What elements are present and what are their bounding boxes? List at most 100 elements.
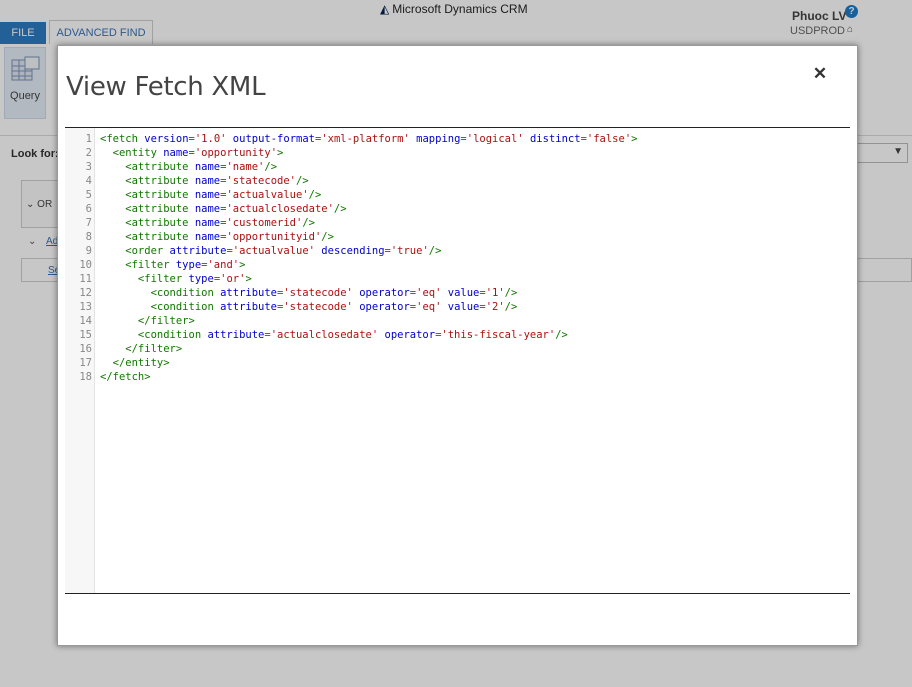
code-token-tag: />: [302, 217, 315, 229]
code-token-attr: operator: [359, 287, 410, 299]
code-line: <attribute name='actualclosedate'/>: [100, 203, 347, 215]
code-token-str: 'opportunityid': [226, 231, 322, 243]
code-line: </filter>: [100, 315, 195, 327]
code-token-str: 'actualclosedate': [270, 329, 379, 341]
code-token-attr: output-format: [232, 133, 315, 145]
code-token-tag: <filter: [100, 273, 189, 285]
code-token-attr: operator: [359, 301, 410, 313]
code-token-str: 'opportunity': [194, 147, 278, 159]
line-number: 8: [85, 231, 92, 243]
code-token-tag: />: [428, 245, 442, 257]
code-token-attr: attribute: [220, 301, 278, 313]
code-token-attr: operator: [384, 329, 436, 341]
code-token-tag: </filter>: [100, 343, 183, 355]
code-token-tag: >: [277, 147, 284, 159]
code-token-tag: <order: [100, 245, 170, 257]
code-token-attr: name: [163, 147, 189, 159]
line-number: 15: [79, 329, 92, 341]
code-token-tag: <condition: [100, 301, 221, 313]
line-number: 14: [79, 315, 92, 327]
code-token-tag: <attribute: [100, 231, 195, 243]
line-number: 1: [85, 133, 92, 145]
code-token-tag: />: [296, 175, 309, 187]
line-number: 2: [85, 147, 92, 159]
code-token-tag: />: [333, 203, 347, 215]
code-token-tag: <attribute: [100, 203, 195, 215]
code-token-tag: />: [308, 189, 322, 201]
code-token-tag: />: [504, 301, 518, 313]
code-token-attr: name: [194, 161, 221, 173]
code-token-tag: />: [321, 231, 334, 243]
code-line: </filter>: [100, 343, 182, 355]
code-token-tag: </filter>: [100, 315, 195, 327]
code-token-str: 'name': [226, 161, 265, 173]
line-number: 9: [85, 245, 92, 257]
code-token-str: 'or': [220, 273, 246, 285]
code-token-str: 'statecode': [283, 301, 353, 313]
code-token-str: 'statecode': [283, 287, 353, 299]
code-token-attr: name: [194, 189, 221, 201]
view-fetch-xml-dialog: View Fetch XML ✕ 1 2 3 4 5 6 7 8 9 10 11 12 13 14 15 16…: [57, 45, 858, 646]
code-token-attr: value: [447, 301, 480, 313]
line-number: 12: [79, 287, 92, 299]
xml-code-editor[interactable]: 1 2 3 4 5 6 7 8 9 10 11 12 13 14 15 16 17 18 <fetch versi…: [65, 127, 850, 594]
code-token-tag: >: [631, 133, 638, 145]
line-number: 4: [85, 175, 92, 187]
code-token-attr: name: [194, 231, 221, 243]
code-token-attr: descending: [321, 245, 385, 257]
code-line: <entity name='opportunity'>: [100, 147, 284, 159]
code-token-str: 'xml-platform': [321, 133, 410, 145]
code-line: <condition attribute='statecode' operato…: [100, 301, 518, 313]
code-token-tag: <condition: [100, 329, 208, 341]
code-token-str: 'true': [390, 245, 429, 257]
code-token-str: 'this-fiscal-year': [441, 329, 556, 341]
code-token-str: 'false': [586, 133, 632, 145]
code-line: </fetch>: [100, 371, 151, 383]
code-token-str: 'customerid': [226, 217, 303, 229]
code-token-attr: distinct: [529, 133, 581, 145]
code-line: </entity>: [100, 357, 170, 369]
line-number: 6: [85, 203, 92, 215]
code-line: <condition attribute='statecode' operato…: [100, 287, 518, 299]
line-number: 11: [79, 273, 92, 285]
code-line: <attribute name='name'/>: [100, 161, 277, 173]
line-number: 3: [85, 161, 92, 173]
line-number-gutter: 1 2 3 4 5 6 7 8 9 10 11 12 13 14 15 16 17 18: [65, 128, 95, 593]
code-token-attr: value: [447, 287, 480, 299]
line-number: 10: [79, 259, 92, 271]
code-token-str: '1.0': [194, 133, 227, 145]
code-token-str: '1': [485, 287, 505, 299]
code-line: <filter type='or'>: [100, 273, 252, 285]
code-token-tag: </entity>: [100, 357, 170, 369]
code-token-tag: <filter: [100, 259, 176, 271]
code-token-attr: name: [194, 203, 221, 215]
code-token-str: 'logical': [466, 133, 524, 145]
code-line: <fetch version='1.0' output-format='xml-…: [100, 133, 637, 145]
code-token-attr: attribute: [169, 245, 227, 257]
code-token-str: 'eq': [416, 301, 442, 313]
line-number: 18: [79, 371, 92, 383]
code-token-tag: <fetch: [100, 133, 145, 145]
code-token-str: 'and': [207, 259, 240, 271]
code-line: <attribute name='customerid'/>: [100, 217, 315, 229]
code-token-attr: name: [194, 175, 221, 187]
line-number: 17: [79, 357, 92, 369]
code-line: <filter type='and'>: [100, 259, 245, 271]
code-token-str: 'actualclosedate': [226, 203, 334, 215]
code-token-tag: >: [245, 273, 252, 285]
code-token-tag: <attribute: [100, 161, 195, 173]
code-token-attr: name: [194, 217, 221, 229]
code-token-str: 'statecode': [226, 175, 296, 187]
code-token-attr: version: [144, 133, 189, 145]
code-token-attr: type: [175, 259, 202, 271]
line-number: 5: [85, 189, 92, 201]
close-icon[interactable]: ✕: [810, 64, 830, 84]
code-token-tag: <attribute: [100, 189, 195, 201]
code-token-attr: attribute: [220, 287, 278, 299]
code-token-tag: />: [264, 161, 278, 173]
code-line: <attribute name='actualvalue'/>: [100, 189, 321, 201]
code-token-str: 'actualvalue': [226, 189, 309, 201]
code-token-str: '2': [485, 301, 505, 313]
code-token-str: 'actualvalue': [232, 245, 315, 257]
code-line: <attribute name='opportunityid'/>: [100, 231, 334, 243]
